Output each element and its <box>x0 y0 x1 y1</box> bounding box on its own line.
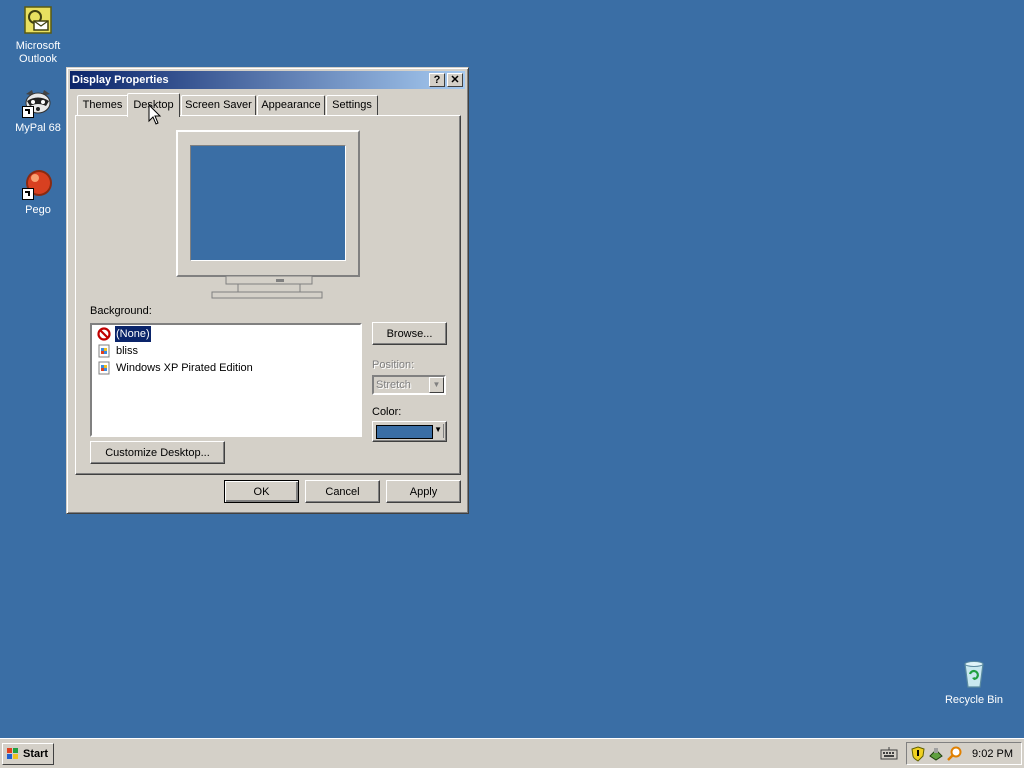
tab-screen-saver[interactable]: Screen Saver <box>181 95 256 115</box>
ok-button[interactable]: OK <box>224 480 299 503</box>
tab-appearance[interactable]: Appearance <box>257 95 325 115</box>
title-bar[interactable]: Display Properties ? ✕ <box>70 71 465 89</box>
taskbar: Start 9:02 PM <box>0 738 1024 768</box>
system-tray: 9:02 PM <box>906 742 1022 765</box>
customize-desktop-button[interactable]: Customize Desktop... <box>90 441 225 464</box>
color-swatch <box>376 425 433 439</box>
tab-settings[interactable]: Settings <box>326 95 378 115</box>
magnifier-icon[interactable] <box>946 746 962 762</box>
clock[interactable]: 9:02 PM <box>972 748 1013 760</box>
image-file-icon <box>98 344 110 358</box>
position-label: Position: <box>372 359 415 371</box>
mouse-cursor-icon <box>148 104 162 125</box>
desktop-icon-label: Recycle Bin <box>944 694 1004 706</box>
background-label: Background: <box>90 305 152 317</box>
list-item-label: Windows XP Pirated Edition <box>116 362 253 374</box>
desktop-icon-label: MyPal 68 <box>15 122 61 134</box>
shortcut-arrow-icon <box>22 106 34 118</box>
outlook-icon <box>22 4 54 36</box>
chevron-down-icon: ▼ <box>434 425 442 434</box>
chevron-down-icon: ▼ <box>429 377 444 393</box>
color-picker-divider <box>443 424 444 438</box>
desktop-icon-recycle-bin[interactable]: Recycle Bin <box>936 658 1012 707</box>
keyboard-icon[interactable] <box>880 747 898 761</box>
position-value: Stretch <box>376 379 411 391</box>
desktop-icon-label: Pego <box>25 204 51 216</box>
shortcut-arrow-icon <box>22 188 34 200</box>
red-ball-icon <box>22 168 54 200</box>
cancel-button[interactable]: Cancel <box>305 480 380 503</box>
window-title: Display Properties <box>72 74 169 86</box>
desktop-icon-outlook[interactable]: Microsoft Outlook <box>0 4 76 66</box>
desktop-icon-mypal[interactable]: MyPal 68 <box>0 86 76 135</box>
list-item-label: (None) <box>114 325 152 343</box>
security-shield-icon[interactable] <box>911 746 925 762</box>
no-symbol-icon <box>97 327 111 341</box>
color-label: Color: <box>372 406 402 418</box>
desktop-icon-label: Microsoft Outlook <box>15 40 61 65</box>
background-listbox[interactable]: (None) bliss Windows XP Pirated Edition <box>90 323 362 437</box>
windows-logo-icon <box>7 748 18 759</box>
tab-themes[interactable]: Themes <box>77 95 128 115</box>
monitor-stand-icon <box>211 276 323 299</box>
close-button[interactable]: ✕ <box>447 73 463 87</box>
recycle-bin-icon <box>958 658 990 690</box>
list-item-label: bliss <box>116 345 139 357</box>
help-button[interactable]: ? <box>429 73 445 87</box>
color-picker-button[interactable]: ▼ <box>372 421 447 442</box>
image-file-icon <box>98 361 110 375</box>
start-button[interactable]: Start <box>2 743 54 765</box>
position-select[interactable]: Stretch ▼ <box>372 375 446 395</box>
monitor-preview-screen <box>190 145 346 261</box>
apply-button[interactable]: Apply <box>386 480 461 503</box>
browse-button[interactable]: Browse... <box>372 322 447 345</box>
network-icon[interactable] <box>928 746 944 762</box>
desktop-icon-pego[interactable]: Pego <box>0 168 76 217</box>
raccoon-icon <box>22 86 54 118</box>
start-label: Start <box>23 748 49 760</box>
